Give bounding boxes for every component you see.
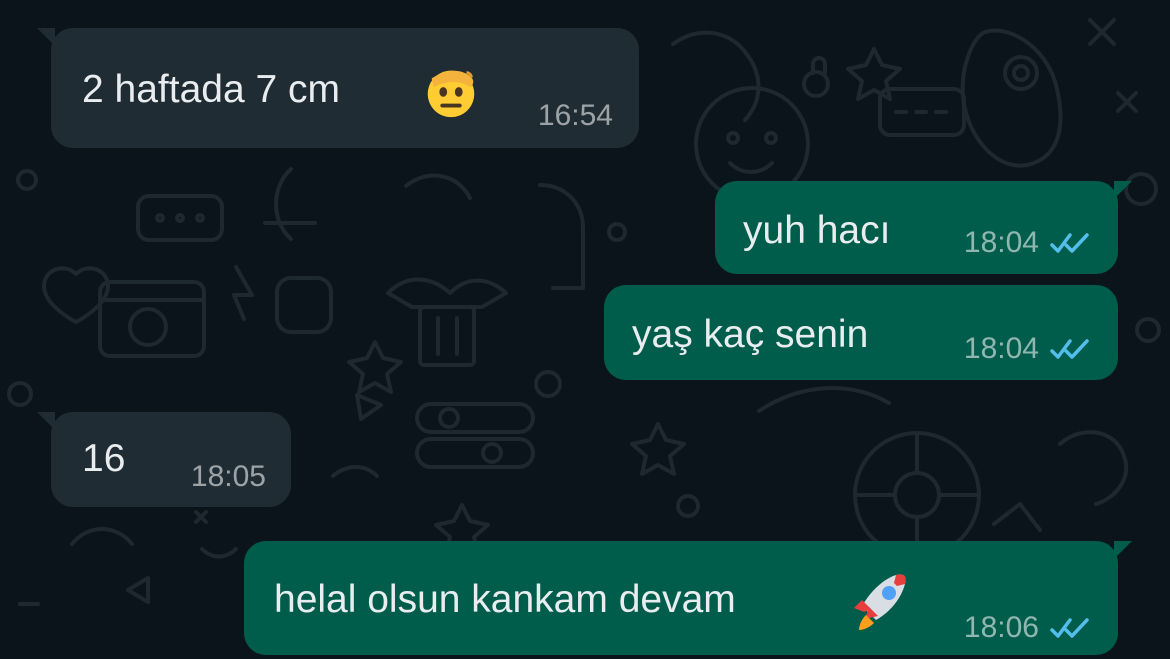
message-time: 18:04 bbox=[963, 226, 1039, 259]
rocket-icon bbox=[847, 563, 919, 635]
outgoing-message-bubble[interactable]: helal olsun kankam devam 18:06 bbox=[244, 541, 1132, 655]
bubble-tail bbox=[37, 412, 55, 430]
message-text: helal olsun kankam devam bbox=[274, 578, 736, 622]
bubble-tail bbox=[37, 28, 55, 46]
message-meta: 18:05 bbox=[191, 460, 266, 494]
message-text-content: yuh hacı bbox=[743, 209, 891, 252]
bubble-tail bbox=[1114, 541, 1132, 559]
double-check-icon bbox=[1049, 231, 1093, 255]
message-text-content: 2 haftada 7 cm bbox=[82, 68, 340, 111]
message-text-content: 16 bbox=[82, 437, 126, 480]
saluting-face-icon bbox=[420, 59, 482, 121]
message-text: yuh hacı bbox=[743, 209, 890, 253]
message-time: 18:04 bbox=[963, 332, 1039, 365]
incoming-message-bubble[interactable]: 16 18:05 bbox=[37, 412, 291, 507]
outgoing-message-bubble[interactable]: yuh hacı 18:04 bbox=[715, 181, 1132, 274]
message-meta: 16:54 bbox=[538, 99, 613, 133]
message-text: yaş kaç senin bbox=[632, 313, 868, 357]
message-time: 18:05 bbox=[190, 460, 266, 493]
message-text: 2 haftada 7 cm bbox=[82, 68, 340, 112]
double-check-icon bbox=[1049, 337, 1093, 361]
bubble-tail bbox=[1114, 181, 1132, 199]
message-time: 18:06 bbox=[963, 611, 1039, 644]
message-time: 16:54 bbox=[537, 99, 613, 132]
message-meta: 18:04 bbox=[964, 332, 1093, 366]
outgoing-message-bubble[interactable]: yaş kaç senin 18:04 bbox=[604, 285, 1118, 380]
message-text-content: yaş kaç senin bbox=[632, 313, 869, 356]
message-meta: 18:04 bbox=[964, 226, 1093, 260]
chat-background: 2 haftada 7 cm 16:54 yuh hacı 18:04 yaş … bbox=[0, 0, 1170, 659]
message-text: 16 bbox=[82, 437, 125, 481]
message-meta: 18:06 bbox=[964, 611, 1093, 645]
message-text-content: helal olsun kankam devam bbox=[274, 578, 736, 621]
incoming-message-bubble[interactable]: 2 haftada 7 cm 16:54 bbox=[37, 28, 639, 148]
double-check-icon bbox=[1049, 616, 1093, 640]
